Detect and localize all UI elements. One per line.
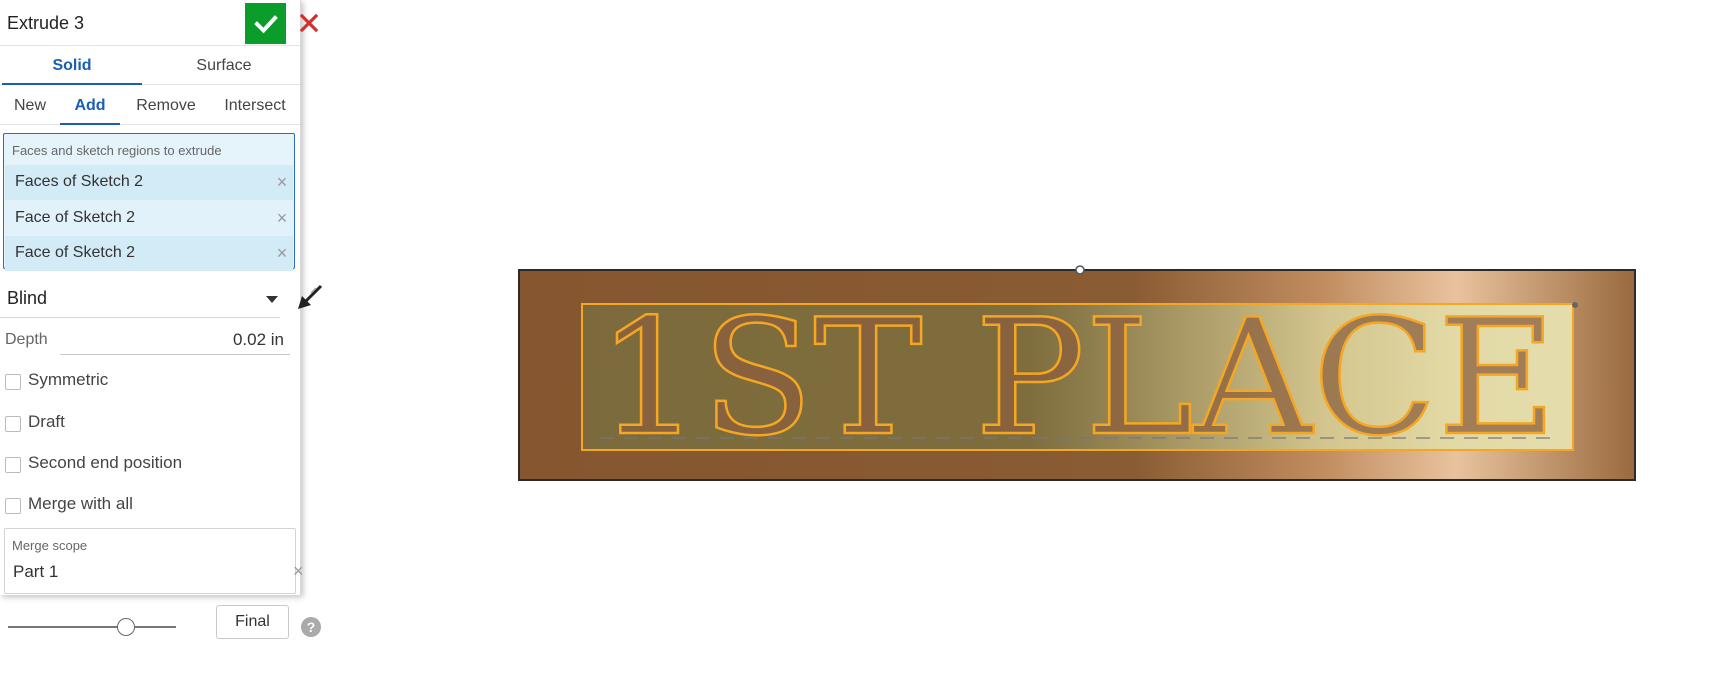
depth-label: Depth xyxy=(5,331,48,348)
plaque-text[interactable]: 1ST PLACE xyxy=(596,283,1559,473)
slider-handle[interactable] xyxy=(117,618,135,636)
list-item[interactable]: Face of Sketch 2 × xyxy=(5,236,293,271)
feature-title[interactable]: Extrude 3 xyxy=(7,13,84,34)
help-icon[interactable]: ? xyxy=(301,617,321,637)
merge-scope-list[interactable]: Merge scope Part 1 × xyxy=(4,528,304,594)
operation-tabs: New Add Remove Intersect xyxy=(0,86,300,125)
second-end-checkbox[interactable] xyxy=(5,457,21,473)
merge-with-all-checkbox[interactable] xyxy=(5,498,21,514)
tab-surface[interactable]: Surface xyxy=(152,46,296,84)
end-type-value: Blind xyxy=(7,288,48,308)
second-end-label: Second end position xyxy=(28,453,183,472)
final-button[interactable]: Final xyxy=(216,605,289,639)
list-item[interactable]: Faces of Sketch 2 × xyxy=(5,165,293,200)
merge-scope-label: Merge scope xyxy=(12,538,88,553)
symmetric-label: Symmetric xyxy=(28,370,109,389)
plaque-model[interactable]: 1ST PLACE xyxy=(330,0,1719,685)
flip-direction-icon[interactable] xyxy=(294,282,326,314)
remove-icon[interactable]: × xyxy=(273,172,291,193)
remove-icon[interactable]: × xyxy=(273,208,291,229)
tab-solid[interactable]: Solid xyxy=(2,46,142,85)
tab-intersect[interactable]: Intersect xyxy=(212,86,298,124)
body-type-tabs: Solid Surface xyxy=(0,46,300,85)
tab-new[interactable]: New xyxy=(2,86,58,124)
remove-icon[interactable]: × xyxy=(293,561,304,582)
depth-value: 0.02 in xyxy=(232,330,284,349)
face-item-label: Face of Sketch 2 xyxy=(15,244,136,261)
sketch-point xyxy=(1572,302,1578,308)
face-item-label: Faces of Sketch 2 xyxy=(15,173,144,190)
faces-label: Faces and sketch regions to extrude xyxy=(12,143,222,158)
remove-icon[interactable]: × xyxy=(273,243,291,264)
panel-header: Extrude 3 xyxy=(0,0,318,46)
chevron-down-icon[interactable] xyxy=(266,296,278,303)
manipulator-handle[interactable] xyxy=(1075,265,1085,275)
rollback-slider[interactable] xyxy=(8,617,176,637)
merge-with-all-label: Merge with all xyxy=(28,494,133,513)
list-item[interactable]: Part 1 xyxy=(13,562,58,582)
extrude-feature-panel: Extrude 3 Solid Surface New Add Remove I… xyxy=(0,0,323,595)
cancel-button[interactable] xyxy=(294,8,324,38)
draft-label: Draft xyxy=(28,412,65,431)
tab-remove[interactable]: Remove xyxy=(126,86,206,124)
close-icon xyxy=(300,14,318,32)
slider-track[interactable] xyxy=(8,626,176,628)
draft-checkbox[interactable] xyxy=(5,416,21,432)
symmetric-checkbox[interactable] xyxy=(5,374,21,390)
3d-viewport[interactable]: 1ST PLACE xyxy=(330,0,1719,685)
list-item[interactable]: Face of Sketch 2 × xyxy=(5,201,293,236)
depth-input[interactable]: 0.02 in xyxy=(60,324,290,355)
accept-button[interactable] xyxy=(245,3,286,44)
faces-selection-list[interactable]: Faces and sketch regions to extrude Face… xyxy=(3,133,295,271)
tab-add[interactable]: Add xyxy=(60,86,120,125)
face-item-label: Face of Sketch 2 xyxy=(15,209,136,226)
end-type-dropdown[interactable]: Blind xyxy=(0,280,280,318)
checkmark-icon xyxy=(253,14,278,33)
